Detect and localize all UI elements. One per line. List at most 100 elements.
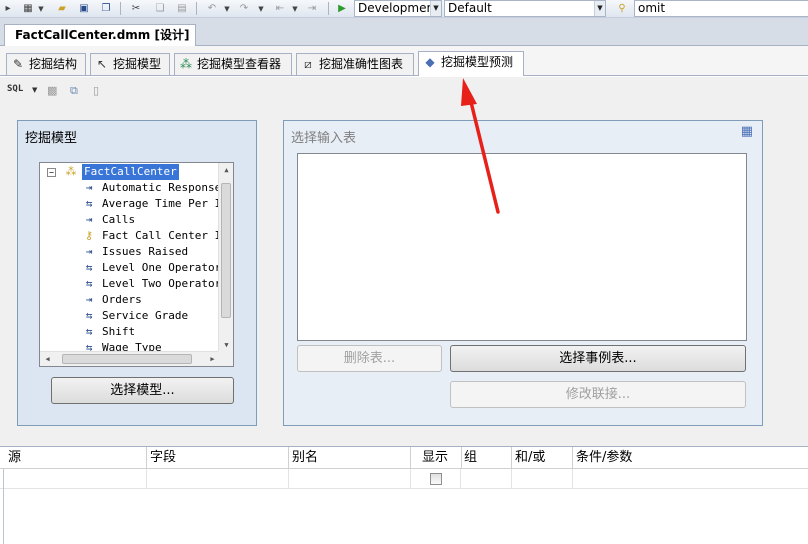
tree-vertical-scrollbar[interactable]: ▲ ▼ xyxy=(218,163,233,353)
mining-model-tree[interactable]: − ⁂ FactCallCenter ⇥ Automatic Responses ⇆… xyxy=(39,162,234,367)
scroll-thumb[interactable] xyxy=(62,354,192,364)
field-cell[interactable] xyxy=(147,469,289,489)
tab-label: 挖掘模型查看器 xyxy=(197,57,282,71)
mining-structure-icon: ✎ xyxy=(12,57,24,71)
tree-item[interactable]: ⇆ Level One Operators xyxy=(40,260,228,276)
tab-mining-models[interactable]: ↖ 挖掘模型 xyxy=(90,53,170,75)
tree-horizontal-scrollbar[interactable]: ◀ ▶ xyxy=(40,351,220,366)
tree-item-label: Automatic Responses xyxy=(102,181,228,194)
scroll-thumb[interactable] xyxy=(221,183,231,318)
tree-item-label: Issues Raised xyxy=(102,245,189,258)
mining-model-prediction-icon: ◆ xyxy=(425,55,435,69)
tree-item-label: Service Grade xyxy=(102,309,189,322)
save-all-icon[interactable]: ❐ xyxy=(98,1,114,16)
tab-mining-structure[interactable]: ✎ 挖掘结构 xyxy=(6,53,86,75)
mining-model-icon: ⁂ xyxy=(65,165,77,178)
navigate-forward-icon[interactable]: ⇥ xyxy=(304,1,320,16)
grid-left-border xyxy=(3,469,4,544)
platform-combo-value: Default xyxy=(448,1,492,15)
tree-item-label: Average Time Per Is xyxy=(102,197,228,210)
document-tab-strip: FactCallCenter.dmm [设计] xyxy=(0,18,808,46)
input-column-icon: ⇥ xyxy=(85,245,93,258)
sql-view-button[interactable]: SQL xyxy=(7,84,23,94)
collapse-icon[interactable]: − xyxy=(47,168,56,177)
alias-cell[interactable] xyxy=(289,469,411,489)
redo-dropdown-icon[interactable]: ▼ xyxy=(256,1,266,16)
source-cell[interactable] xyxy=(0,469,147,489)
show-cell xyxy=(411,469,461,489)
tab-mining-accuracy-chart[interactable]: ⧄ 挖掘准确性图表 xyxy=(296,53,414,75)
criteria-cell[interactable] xyxy=(573,469,808,489)
toolbar-separator xyxy=(120,2,121,15)
tree-root[interactable]: − ⁂ FactCallCenter xyxy=(40,164,220,180)
remove-table-button[interactable]: 删除表... xyxy=(297,345,442,372)
select-case-table-button[interactable]: 选择事例表... xyxy=(450,345,746,372)
column-header-show[interactable]: 显示 xyxy=(414,447,462,469)
tree-root-label: FactCallCenter xyxy=(82,164,179,180)
scroll-corner xyxy=(218,351,233,366)
table-grid-icon[interactable]: ▦ xyxy=(741,124,753,139)
config-combo-value: Developmer xyxy=(358,1,432,15)
tree-item[interactable]: ⇆ Service Grade xyxy=(40,308,220,324)
tree-item[interactable]: ⇥ Automatic Responses xyxy=(40,180,228,196)
save-icon[interactable]: ▣ xyxy=(76,1,92,16)
find-combo[interactable]: omit xyxy=(634,0,808,17)
tab-label: 挖掘准确性图表 xyxy=(319,57,404,71)
predict-column-icon: ⇆ xyxy=(85,309,93,322)
undo-icon[interactable]: ↶ xyxy=(204,1,220,16)
input-column-icon: ⇥ xyxy=(85,293,93,306)
copy-icon[interactable]: ❏ xyxy=(152,1,168,16)
start-debugging-icon[interactable]: ▶ xyxy=(334,1,350,16)
column-header-alias[interactable]: 别名 xyxy=(284,447,411,469)
chevron-down-icon[interactable]: ▼ xyxy=(594,1,605,16)
result-icon[interactable]: ▯ xyxy=(93,84,99,97)
scroll-left-icon[interactable]: ◀ xyxy=(40,352,55,366)
column-header-group[interactable]: 组 xyxy=(456,447,512,469)
document-tab-label: FactCallCenter.dmm [设计] xyxy=(15,28,190,42)
input-table-area[interactable] xyxy=(297,153,747,341)
undo-dropdown-icon[interactable]: ▼ xyxy=(222,1,232,16)
column-header-and-or[interactable]: 和/或 xyxy=(507,447,573,469)
tree-item[interactable]: ⇥ Orders xyxy=(40,292,220,308)
toolbar-overflow-icon[interactable]: ▸ xyxy=(0,1,16,16)
group-cell[interactable] xyxy=(461,469,512,489)
tree-item-label: Calls xyxy=(102,213,136,226)
mining-model-panel-title: 挖掘模型 xyxy=(25,131,78,146)
redo-icon[interactable]: ↷ xyxy=(236,1,252,16)
find-icon[interactable]: ⚲ xyxy=(614,1,630,16)
column-header-criteria[interactable]: 条件/参数 xyxy=(568,447,808,469)
tree-item-label: Fact Call Center ID xyxy=(102,229,228,242)
navigate-back-icon[interactable]: ⇤ xyxy=(272,1,288,16)
tab-mining-model-prediction[interactable]: ◆ 挖掘模型预测 xyxy=(418,51,524,76)
tree-item[interactable]: ⇥ Issues Raised xyxy=(40,244,220,260)
chevron-down-icon[interactable]: ▼ xyxy=(32,86,37,94)
predict-column-icon: ⇆ xyxy=(85,325,93,338)
solution-platform-combo[interactable]: Default ▼ xyxy=(444,0,606,17)
run-query-icon[interactable]: ⧉ xyxy=(70,84,78,98)
and-or-cell[interactable] xyxy=(512,469,573,489)
show-checkbox[interactable] xyxy=(430,473,442,485)
document-tab[interactable]: FactCallCenter.dmm [设计] xyxy=(4,24,197,46)
open-file-icon[interactable]: ▰ xyxy=(54,1,70,16)
column-header-source[interactable]: 源 xyxy=(0,447,147,469)
dropdown-icon[interactable]: ▼ xyxy=(36,1,46,16)
column-header-field[interactable]: 字段 xyxy=(142,447,289,469)
tree-item[interactable]: ⚷ Fact Call Center ID xyxy=(40,228,228,244)
select-model-button[interactable]: 选择模型... xyxy=(51,377,234,404)
solution-configuration-combo[interactable]: Developmer ▼ xyxy=(354,0,442,17)
chevron-down-icon[interactable]: ▼ xyxy=(430,1,441,16)
tree-item[interactable]: ⇥ Calls xyxy=(40,212,220,228)
modify-join-button[interactable]: 修改联接... xyxy=(450,381,746,408)
tree-item-label: Level One Operators xyxy=(102,261,228,274)
navigate-dropdown-icon[interactable]: ▼ xyxy=(290,1,300,16)
paste-icon[interactable]: ▤ xyxy=(174,1,190,16)
new-project-icon[interactable]: ▦ xyxy=(20,1,36,16)
tree-item[interactable]: ⇆ Level Two Operators xyxy=(40,276,228,292)
tab-mining-model-viewer[interactable]: ⁂ 挖掘模型查看器 xyxy=(174,53,292,75)
cut-icon[interactable]: ✂ xyxy=(128,1,144,16)
tree-item[interactable]: ⇆ Average Time Per Is xyxy=(40,196,228,212)
tree-item-label: Shift xyxy=(102,325,136,338)
scroll-up-icon[interactable]: ▲ xyxy=(219,163,233,178)
singleton-query-icon[interactable]: ▩ xyxy=(47,84,57,97)
tree-item[interactable]: ⇆ Shift xyxy=(40,324,220,340)
